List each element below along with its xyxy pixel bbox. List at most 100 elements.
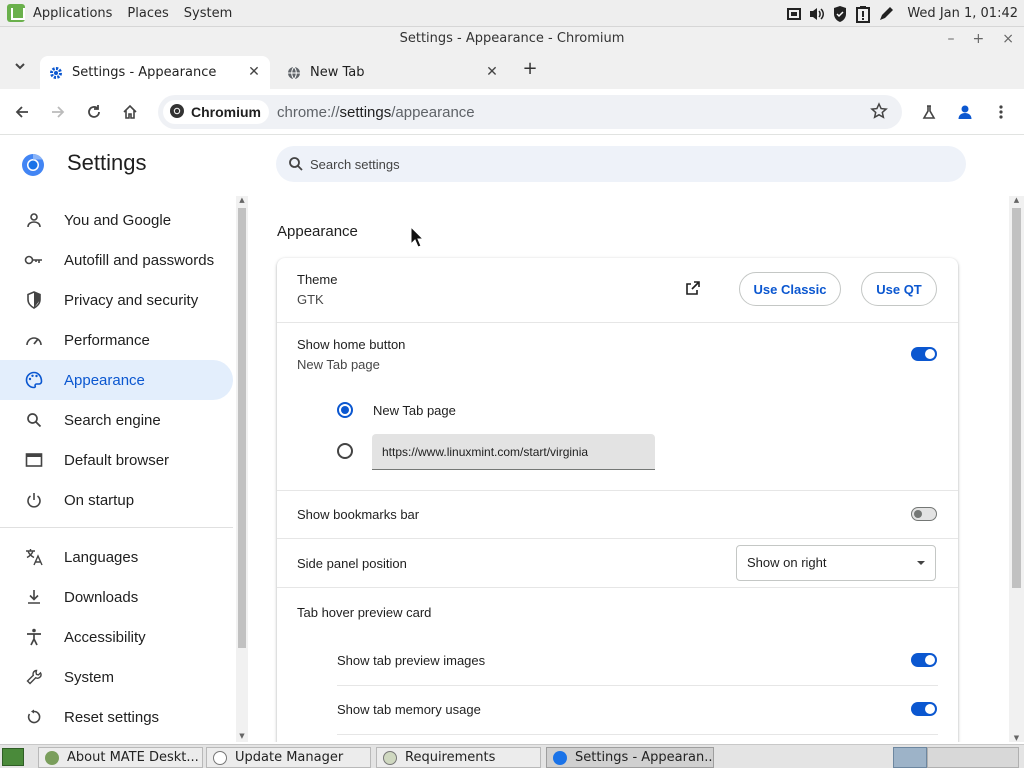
- scroll-down-arrow-icon[interactable]: ▼: [236, 732, 248, 742]
- task-label: Update Manager: [235, 750, 344, 765]
- document-icon: [383, 750, 397, 765]
- home-button[interactable]: [119, 101, 141, 123]
- main-scrollbar[interactable]: ▲ ▼: [1009, 196, 1024, 742]
- sidebar-item-autofill[interactable]: Autofill and passwords: [0, 240, 233, 280]
- section-title: Appearance: [277, 223, 358, 240]
- theme-value: GTK: [297, 292, 324, 307]
- shield-tray-icon[interactable]: [830, 4, 850, 24]
- new-tab-button[interactable]: +: [520, 59, 540, 79]
- accessibility-icon: [24, 627, 44, 647]
- sidebar-item-default-browser[interactable]: Default browser: [0, 440, 233, 480]
- search-input[interactable]: [310, 156, 910, 172]
- task-update-manager[interactable]: Update Manager: [206, 747, 371, 768]
- sidebar-item-label: Reset settings: [64, 708, 160, 726]
- radio-custom-url[interactable]: [337, 443, 353, 459]
- reload-button[interactable]: [83, 101, 105, 123]
- sidebar-item-accessibility[interactable]: Accessibility: [0, 617, 233, 657]
- mate-icon: [45, 750, 59, 765]
- sidebar-scrollbar[interactable]: ▲ ▼: [236, 196, 248, 742]
- tab-search-button[interactable]: [10, 60, 30, 80]
- sidebar-item-performance[interactable]: Performance: [0, 320, 233, 360]
- home-url-field[interactable]: https://www.linuxmint.com/start/virginia: [372, 434, 655, 470]
- chromium-icon: [169, 103, 185, 122]
- labs-icon[interactable]: [918, 101, 940, 123]
- scroll-down-arrow-icon[interactable]: ▼: [1009, 734, 1024, 742]
- side-panel-label: Side panel position: [297, 556, 407, 571]
- menu-kebab-icon[interactable]: [990, 101, 1012, 123]
- search-icon: [24, 410, 44, 430]
- sidebar-item-label: Downloads: [64, 588, 139, 606]
- sidebar-item-appearance[interactable]: Appearance: [0, 360, 233, 400]
- sidebar-item-downloads[interactable]: Downloads: [0, 577, 233, 617]
- row-divider: [277, 490, 958, 491]
- window-title: Settings - Appearance - Chromium: [399, 31, 625, 46]
- scroll-up-arrow-icon[interactable]: ▲: [236, 196, 248, 206]
- scrollbar-thumb[interactable]: [1012, 208, 1021, 588]
- workspace-1[interactable]: [893, 747, 927, 768]
- network-icon[interactable]: [784, 4, 804, 24]
- chevron-down-icon: [917, 561, 925, 565]
- settings-search[interactable]: [276, 146, 966, 182]
- close-tab-icon[interactable]: ✕: [246, 64, 262, 80]
- workspace-2[interactable]: [927, 747, 1019, 768]
- tab-label: New Tab: [310, 65, 365, 80]
- task-settings-appearance[interactable]: Settings - Appearan...: [546, 747, 714, 768]
- row-divider: [277, 587, 958, 588]
- mint-menu-icon[interactable]: [7, 4, 25, 22]
- close-window-icon[interactable]: ×: [1002, 27, 1014, 51]
- sidebar-divider: [0, 527, 233, 528]
- use-qt-button[interactable]: Use QT: [861, 272, 937, 306]
- forward-button[interactable]: [47, 101, 69, 123]
- bookmarks-bar-toggle[interactable]: [911, 507, 937, 521]
- show-desktop-button[interactable]: [2, 748, 24, 766]
- maximize-icon[interactable]: +: [973, 27, 985, 51]
- sidebar-item-search-engine[interactable]: Search engine: [0, 400, 233, 440]
- pen-icon[interactable]: [876, 4, 896, 24]
- site-chip-label: Chromium: [191, 104, 261, 120]
- address-bar[interactable]: Chromium chrome://settings/appearance: [158, 95, 902, 129]
- update-notifier-icon[interactable]: [853, 4, 873, 24]
- bookmark-star-icon[interactable]: [870, 102, 890, 122]
- task-about-mate[interactable]: About MATE Deskt...: [38, 747, 203, 768]
- gear-icon: [48, 65, 64, 81]
- sidebar-item-reset-settings[interactable]: Reset settings: [0, 697, 233, 737]
- browser-toolbar: Chromium chrome://settings/appearance: [0, 89, 1024, 135]
- shield-icon: [213, 750, 227, 765]
- wrench-icon: [24, 667, 44, 687]
- translate-icon: [24, 547, 44, 567]
- reset-icon: [24, 707, 44, 727]
- minimize-icon[interactable]: –: [948, 27, 955, 51]
- close-tab-icon[interactable]: ✕: [484, 64, 500, 80]
- use-classic-button[interactable]: Use Classic: [739, 272, 841, 306]
- menu-applications[interactable]: Applications: [33, 6, 112, 21]
- back-button[interactable]: [11, 101, 33, 123]
- site-info-chip[interactable]: Chromium: [163, 100, 269, 124]
- tab-label: Settings - Appearance: [72, 65, 217, 80]
- radio-new-tab-page[interactable]: [337, 402, 353, 418]
- side-panel-value: Show on right: [747, 555, 827, 570]
- volume-icon[interactable]: [807, 4, 827, 24]
- sidebar-item-label: Performance: [64, 331, 150, 349]
- menu-system[interactable]: System: [184, 6, 232, 21]
- menu-places[interactable]: Places: [127, 6, 168, 21]
- radio-new-tab-label: New Tab page: [373, 403, 456, 418]
- task-requirements[interactable]: Requirements: [376, 747, 541, 768]
- sidebar-item-you-and-google[interactable]: You and Google: [0, 200, 233, 240]
- scrollbar-thumb[interactable]: [238, 208, 246, 648]
- profile-icon[interactable]: [954, 101, 976, 123]
- memory-usage-toggle[interactable]: [911, 702, 937, 716]
- scroll-up-arrow-icon[interactable]: ▲: [1009, 196, 1024, 204]
- sidebar-item-label: Autofill and passwords: [64, 251, 215, 269]
- sidebar-item-on-startup[interactable]: On startup: [0, 480, 233, 520]
- sidebar-item-system[interactable]: System: [0, 657, 233, 697]
- home-button-toggle[interactable]: [911, 347, 937, 361]
- sidebar-item-languages[interactable]: Languages: [0, 537, 233, 577]
- url-text[interactable]: chrome://settings/appearance: [277, 104, 475, 121]
- sidebar-item-privacy[interactable]: Privacy and security: [0, 280, 233, 320]
- preview-images-toggle[interactable]: [911, 653, 937, 667]
- tab-new-tab[interactable]: New Tab ✕: [278, 56, 508, 89]
- clock[interactable]: Wed Jan 1, 01:42: [907, 6, 1018, 21]
- open-in-new-icon[interactable]: [685, 280, 703, 298]
- side-panel-select[interactable]: Show on right: [736, 545, 936, 581]
- tab-settings-appearance[interactable]: Settings - Appearance ✕: [40, 56, 270, 89]
